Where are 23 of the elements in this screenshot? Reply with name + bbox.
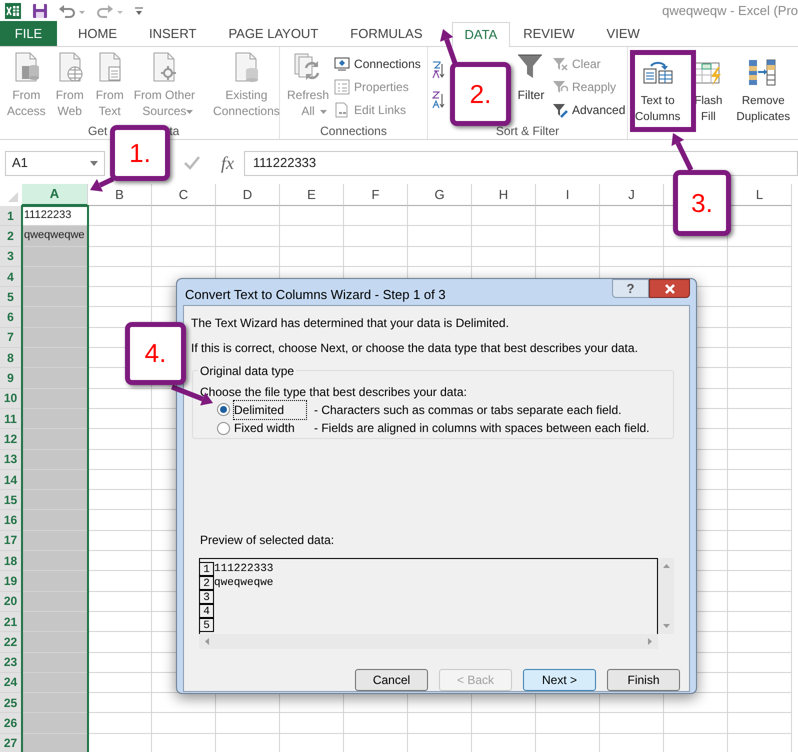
preview-line-number: 2 <box>200 576 214 590</box>
group-label: Connections <box>320 123 387 139</box>
preview-text: qweqweqwe <box>214 576 274 590</box>
callout-tooltip: 1. <box>110 125 170 181</box>
option-description: - Fields are aligned in columns with spaces between each field. <box>314 420 650 438</box>
callout-tooltip: 2. <box>450 62 511 126</box>
group-label: ta <box>169 123 180 139</box>
prompt-text: Choose the file type that best describes your data: <box>200 384 468 400</box>
preview-line-number: 4 <box>200 604 214 618</box>
preview-line-number: 1 <box>200 562 214 576</box>
window-title: qweqweqw - Excel (Pro <box>662 2 798 20</box>
group-label: Get <box>88 123 108 139</box>
preview-label: Preview of selected data: <box>200 532 336 548</box>
preview-line-number: 5 <box>200 618 214 632</box>
callout-tooltip: 4. <box>125 322 186 385</box>
intro-text: If this is correct, choose Next, or choose the data type that best describes your data. <box>191 340 639 356</box>
group-label: Sort & Filter <box>496 123 560 139</box>
callout-tooltip: 3. <box>673 170 731 236</box>
preview-line-number: 3 <box>200 590 214 604</box>
preview-text: 111222333 <box>214 562 274 576</box>
option-description: - Characters such as commas or tabs separate each field. <box>314 402 622 419</box>
dialog-title: Convert Text to Columns Wizard - Step 1 of 3 <box>185 286 446 304</box>
intro-text: The Text Wizard has determined that your data is Delimited. <box>191 314 510 332</box>
